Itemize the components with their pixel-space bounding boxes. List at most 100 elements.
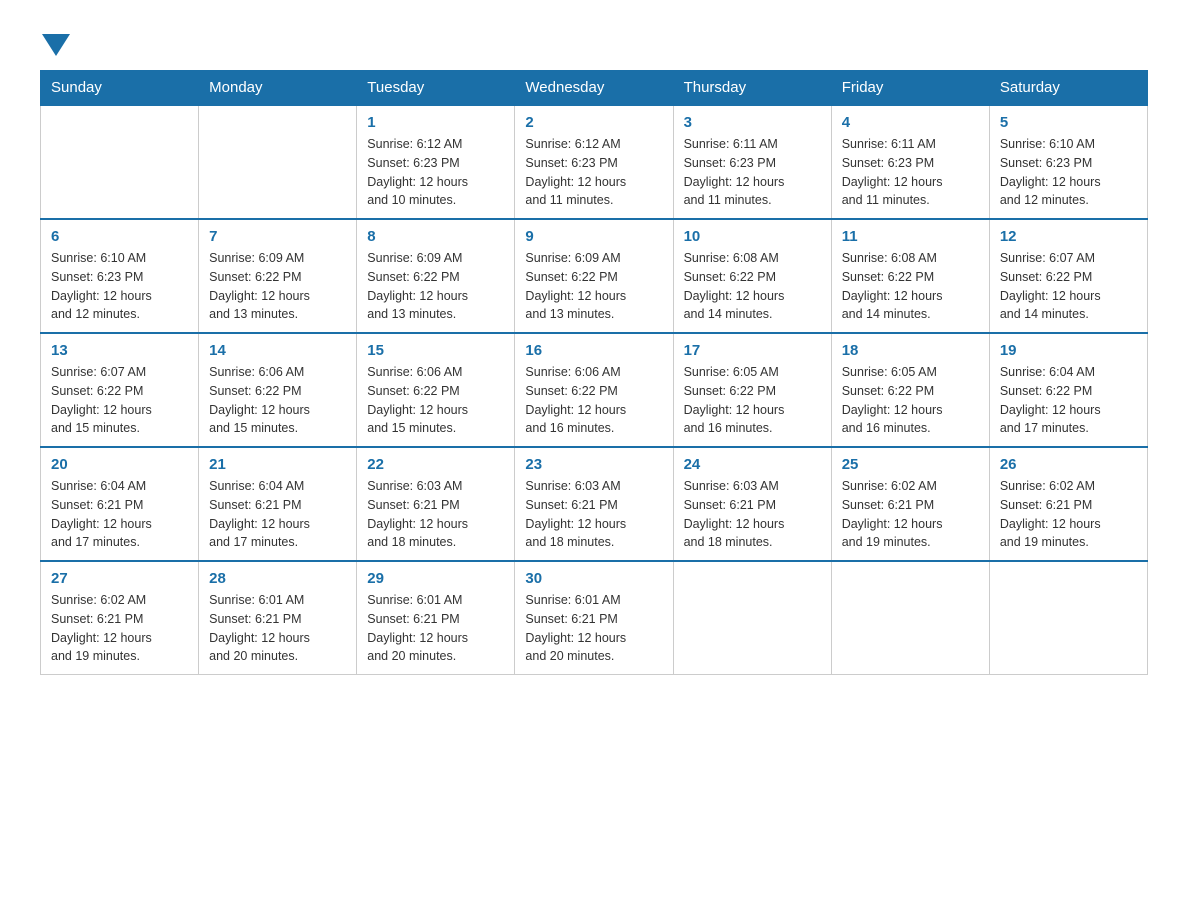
calendar-cell: 22 Sunrise: 6:03 AM Sunset: 6:21 PM Dayli… — [357, 447, 515, 561]
day-number: 27 — [51, 570, 188, 587]
day-number: 26 — [1000, 456, 1137, 473]
calendar-cell: 21Sunrise: 6:04 AM Sunset: 6:21 PM Dayli… — [199, 447, 357, 561]
day-info: Sunrise: 6:09 AM Sunset: 6:22 PM Dayligh… — [209, 249, 346, 324]
day-number: 20 — [51, 456, 188, 473]
day-number: 4 — [842, 114, 979, 131]
calendar-week-row: 13Sunrise: 6:07 AM Sunset: 6:22 PM Dayli… — [41, 333, 1148, 447]
day-info: Sunrise: 6:06 AM Sunset: 6:22 PM Dayligh… — [367, 363, 504, 438]
day-info: Sunrise: 6:01 AM Sunset: 6:21 PM Dayligh… — [525, 591, 662, 666]
day-info: Sunrise: 6:05 AM Sunset: 6:22 PM Dayligh… — [842, 363, 979, 438]
day-info: Sunrise: 6:03 AM Sunset: 6:21 PM Dayligh… — [684, 477, 821, 552]
day-info: Sunrise: 6:06 AM Sunset: 6:22 PM Dayligh… — [209, 363, 346, 438]
day-number: 24 — [684, 456, 821, 473]
calendar-table: SundayMondayTuesdayWednesdayThursdayFrid… — [40, 70, 1148, 675]
day-info: Sunrise: 6:04 AM Sunset: 6:21 PM Dayligh… — [51, 477, 188, 552]
day-number: 3 — [684, 114, 821, 131]
calendar-cell: 28 Sunrise: 6:01 AM Sunset: 6:21 PM Dayli… — [199, 561, 357, 675]
day-info: Sunrise: 6:02 AM Sunset: 6:21 PM Dayligh… — [51, 591, 188, 666]
logo-triangle-icon — [42, 34, 70, 56]
calendar-header-saturday: Saturday — [989, 71, 1147, 106]
calendar-header-wednesday: Wednesday — [515, 71, 673, 106]
day-info: Sunrise: 6:11 AM Sunset: 6:23 PM Dayligh… — [842, 135, 979, 210]
day-number: 2 — [525, 114, 662, 131]
day-number: 13 — [51, 342, 188, 359]
calendar-cell: 9Sunrise: 6:09 AM Sunset: 6:22 PM Daylig… — [515, 219, 673, 333]
day-number: 28 — [209, 570, 346, 587]
day-number: 17 — [684, 342, 821, 359]
day-info: Sunrise: 6:11 AM Sunset: 6:23 PM Dayligh… — [684, 135, 821, 210]
day-number: 10 — [684, 228, 821, 245]
day-info: Sunrise: 6:09 AM Sunset: 6:22 PM Dayligh… — [367, 249, 504, 324]
calendar-cell: 3 Sunrise: 6:11 AM Sunset: 6:23 PM Daylig… — [673, 105, 831, 219]
calendar-cell: 23Sunrise: 6:03 AM Sunset: 6:21 PM Dayli… — [515, 447, 673, 561]
calendar-cell: 25 Sunrise: 6:02 AM Sunset: 6:21 PM Dayli… — [831, 447, 989, 561]
day-info: Sunrise: 6:06 AM Sunset: 6:22 PM Dayligh… — [525, 363, 662, 438]
calendar-cell: 18Sunrise: 6:05 AM Sunset: 6:22 PM Dayli… — [831, 333, 989, 447]
calendar-cell: 27 Sunrise: 6:02 AM Sunset: 6:21 PM Dayli… — [41, 561, 199, 675]
day-number: 11 — [842, 228, 979, 245]
logo — [40, 30, 72, 50]
calendar-cell: 29 Sunrise: 6:01 AM Sunset: 6:21 PM Dayli… — [357, 561, 515, 675]
day-number: 15 — [367, 342, 504, 359]
day-info: Sunrise: 6:08 AM Sunset: 6:22 PM Dayligh… — [684, 249, 821, 324]
calendar-week-row: 20 Sunrise: 6:04 AM Sunset: 6:21 PM Dayli… — [41, 447, 1148, 561]
calendar-header-thursday: Thursday — [673, 71, 831, 106]
calendar-header-monday: Monday — [199, 71, 357, 106]
day-number: 29 — [367, 570, 504, 587]
calendar-cell: 7 Sunrise: 6:09 AM Sunset: 6:22 PM Daylig… — [199, 219, 357, 333]
calendar-cell: 2 Sunrise: 6:12 AM Sunset: 6:23 PM Daylig… — [515, 105, 673, 219]
calendar-cell: 12 Sunrise: 6:07 AM Sunset: 6:22 PM Dayli… — [989, 219, 1147, 333]
day-info: Sunrise: 6:01 AM Sunset: 6:21 PM Dayligh… — [209, 591, 346, 666]
calendar-cell: 15 Sunrise: 6:06 AM Sunset: 6:22 PM Dayli… — [357, 333, 515, 447]
day-info: Sunrise: 6:04 AM Sunset: 6:21 PM Dayligh… — [209, 477, 346, 552]
day-number: 14 — [209, 342, 346, 359]
day-info: Sunrise: 6:10 AM Sunset: 6:23 PM Dayligh… — [51, 249, 188, 324]
calendar-header-row: SundayMondayTuesdayWednesdayThursdayFrid… — [41, 71, 1148, 106]
day-info: Sunrise: 6:10 AM Sunset: 6:23 PM Dayligh… — [1000, 135, 1137, 210]
calendar-cell: 24 Sunrise: 6:03 AM Sunset: 6:21 PM Dayli… — [673, 447, 831, 561]
calendar-header-tuesday: Tuesday — [357, 71, 515, 106]
calendar-header-friday: Friday — [831, 71, 989, 106]
calendar-cell — [673, 561, 831, 675]
day-number: 25 — [842, 456, 979, 473]
calendar-cell: 11Sunrise: 6:08 AM Sunset: 6:22 PM Dayli… — [831, 219, 989, 333]
calendar-cell: 19Sunrise: 6:04 AM Sunset: 6:22 PM Dayli… — [989, 333, 1147, 447]
calendar-cell: 5Sunrise: 6:10 AM Sunset: 6:23 PM Daylig… — [989, 105, 1147, 219]
day-number: 1 — [367, 114, 504, 131]
day-number: 12 — [1000, 228, 1137, 245]
day-info: Sunrise: 6:05 AM Sunset: 6:22 PM Dayligh… — [684, 363, 821, 438]
calendar-cell — [41, 105, 199, 219]
day-number: 22 — [367, 456, 504, 473]
day-info: Sunrise: 6:07 AM Sunset: 6:22 PM Dayligh… — [1000, 249, 1137, 324]
day-info: Sunrise: 6:02 AM Sunset: 6:21 PM Dayligh… — [1000, 477, 1137, 552]
calendar-week-row: 6Sunrise: 6:10 AM Sunset: 6:23 PM Daylig… — [41, 219, 1148, 333]
day-number: 9 — [525, 228, 662, 245]
day-info: Sunrise: 6:01 AM Sunset: 6:21 PM Dayligh… — [367, 591, 504, 666]
calendar-cell: 6Sunrise: 6:10 AM Sunset: 6:23 PM Daylig… — [41, 219, 199, 333]
calendar-cell: 10 Sunrise: 6:08 AM Sunset: 6:22 PM Dayli… — [673, 219, 831, 333]
calendar-cell: 30 Sunrise: 6:01 AM Sunset: 6:21 PM Dayli… — [515, 561, 673, 675]
calendar-cell: 20 Sunrise: 6:04 AM Sunset: 6:21 PM Dayli… — [41, 447, 199, 561]
calendar-cell — [199, 105, 357, 219]
day-number: 8 — [367, 228, 504, 245]
calendar-week-row: 27 Sunrise: 6:02 AM Sunset: 6:21 PM Dayli… — [41, 561, 1148, 675]
day-info: Sunrise: 6:02 AM Sunset: 6:21 PM Dayligh… — [842, 477, 979, 552]
calendar-cell: 14 Sunrise: 6:06 AM Sunset: 6:22 PM Dayli… — [199, 333, 357, 447]
calendar-cell: 16 Sunrise: 6:06 AM Sunset: 6:22 PM Dayli… — [515, 333, 673, 447]
day-number: 30 — [525, 570, 662, 587]
calendar-cell: 8 Sunrise: 6:09 AM Sunset: 6:22 PM Daylig… — [357, 219, 515, 333]
calendar-cell: 17 Sunrise: 6:05 AM Sunset: 6:22 PM Dayli… — [673, 333, 831, 447]
day-number: 19 — [1000, 342, 1137, 359]
calendar-cell: 1 Sunrise: 6:12 AM Sunset: 6:23 PM Daylig… — [357, 105, 515, 219]
calendar-cell — [989, 561, 1147, 675]
day-info: Sunrise: 6:12 AM Sunset: 6:23 PM Dayligh… — [367, 135, 504, 210]
day-number: 23 — [525, 456, 662, 473]
day-info: Sunrise: 6:12 AM Sunset: 6:23 PM Dayligh… — [525, 135, 662, 210]
page-header — [40, 30, 1148, 50]
day-info: Sunrise: 6:03 AM Sunset: 6:21 PM Dayligh… — [367, 477, 504, 552]
calendar-cell: 4 Sunrise: 6:11 AM Sunset: 6:23 PM Daylig… — [831, 105, 989, 219]
calendar-header-sunday: Sunday — [41, 71, 199, 106]
day-number: 16 — [525, 342, 662, 359]
day-number: 7 — [209, 228, 346, 245]
calendar-week-row: 1 Sunrise: 6:12 AM Sunset: 6:23 PM Daylig… — [41, 105, 1148, 219]
